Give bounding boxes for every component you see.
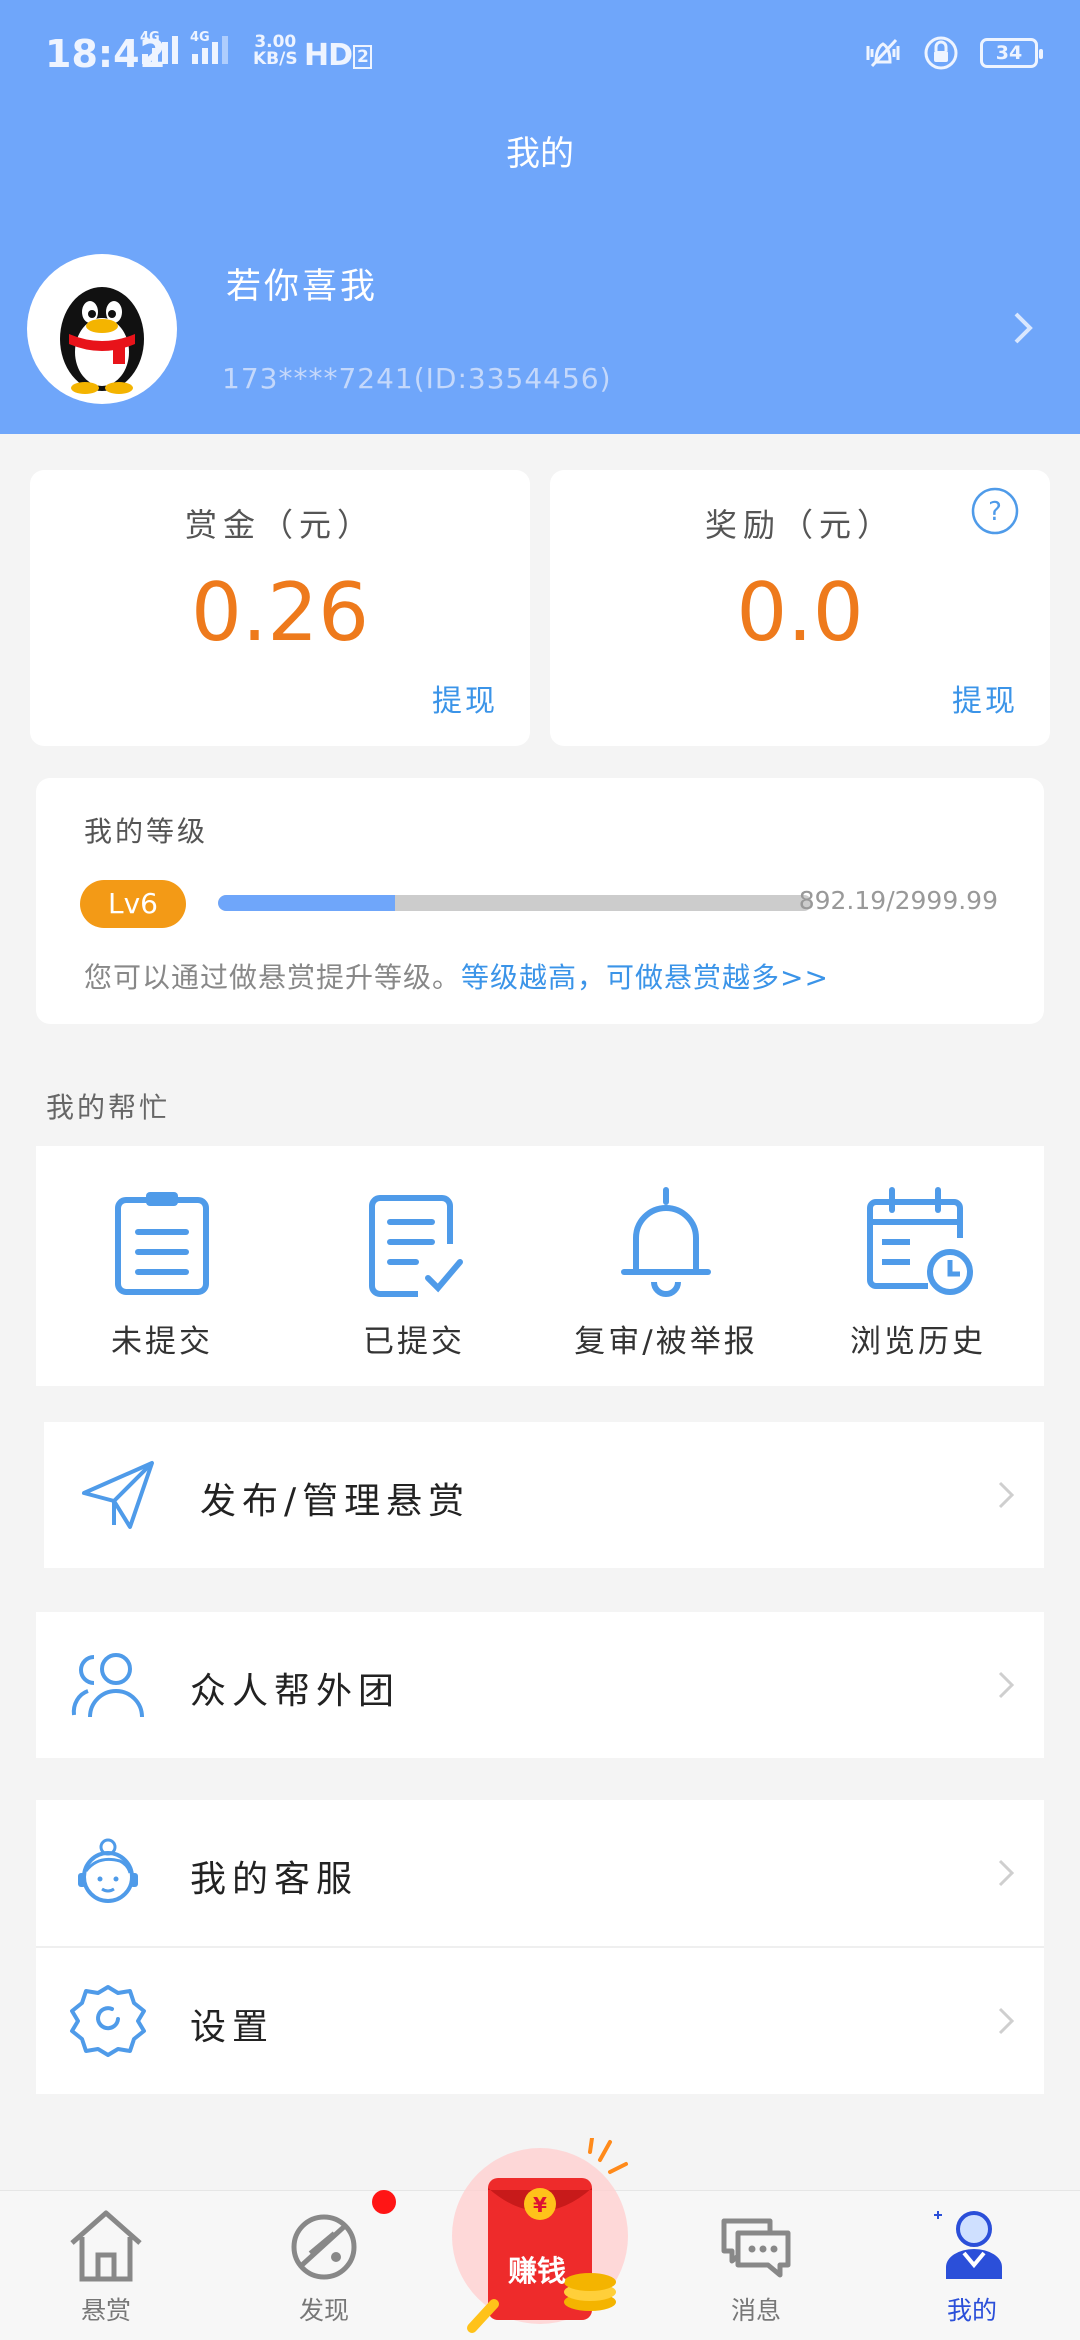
nav-item-mine[interactable]: 我的 (872, 2191, 1072, 2340)
menu-row-team[interactable]: 众人帮外团 (36, 1612, 1044, 1758)
level-progress-bar (218, 895, 812, 911)
profile-header: 18:42 4G 4G 3.00 KB/S HD 2 34 我的 若你喜我 17… (0, 0, 1080, 434)
signal-indicators: 4G 4G (140, 30, 228, 64)
nav-item-bounty[interactable]: 悬赏 (6, 2191, 206, 2340)
user-id: 173****7241(ID:3354456) (222, 362, 612, 395)
level-score: 892.19/2999.99 (798, 886, 998, 915)
grid-item-submitted[interactable]: 已提交 (288, 1146, 540, 1386)
chevron-right-icon (998, 1859, 1015, 1887)
earn-money-button[interactable]: ¥ 赚钱 (450, 2136, 630, 2334)
vibrate-icon (866, 38, 900, 68)
level-tip: 您可以通过做悬赏提升等级。等级越高，可做悬赏越多>> (84, 961, 829, 994)
clipboard-icon (115, 1192, 209, 1295)
notification-dot (372, 2190, 396, 2214)
grid-item-review-reported[interactable]: 复审/被举报 (540, 1146, 792, 1386)
menu-row-service[interactable]: 我的客服 (36, 1800, 1044, 1946)
earn-label: 赚钱 (508, 2254, 567, 2288)
bounty-withdraw-button[interactable]: 提现 (432, 676, 498, 720)
grid-item-history[interactable]: 浏览历史 (792, 1146, 1044, 1386)
status-bar: 18:42 4G 4G 3.00 KB/S HD 2 34 (0, 0, 1080, 110)
grid-item-not-submitted[interactable]: 未提交 (36, 1146, 288, 1386)
avatar[interactable] (27, 254, 177, 404)
customer-service-icon (78, 1838, 138, 1903)
page-title: 我的 (506, 134, 574, 174)
reward-label: 奖励（元） (704, 506, 895, 544)
nav-item-discover[interactable]: 发现 (224, 2191, 424, 2340)
chevron-right-icon (998, 1671, 1015, 1699)
reward-amount: 0.0 (736, 566, 864, 659)
people-icon (71, 1653, 144, 1718)
network-speed: 3.00 KB/S (253, 32, 298, 69)
username: 若你喜我 (226, 267, 379, 307)
bounty-amount: 0.26 (190, 566, 370, 659)
paper-plane-icon (82, 1461, 154, 1529)
menu-row-settings[interactable]: 设置 (36, 1948, 1044, 2094)
help-grid: 未提交 已提交 复审/被举报 浏览历史 (36, 1146, 1044, 1386)
help-section-title: 我的帮忙 (46, 1091, 171, 1124)
gear-icon (70, 1985, 146, 2057)
nav-item-messages[interactable]: 消息 (656, 2191, 856, 2340)
checked-document-icon (369, 1195, 463, 1297)
calendar-clock-icon (867, 1187, 973, 1295)
bounty-card: 赏金（元） 0.26 提现 (30, 470, 530, 746)
hd-indicator: HD 2 (304, 38, 372, 73)
bounty-label: 赏金（元） (184, 506, 375, 544)
red-envelope-icon: ¥ (452, 2136, 628, 2333)
planet-icon (291, 2214, 357, 2280)
level-card: 我的等级 Lv6 892.19/2999.99 您可以通过做悬赏提升等级。等级越… (36, 778, 1044, 1024)
penguin-avatar-icon (60, 287, 144, 394)
chat-icon (721, 2218, 791, 2278)
coin-symbol: ¥ (533, 2193, 547, 2217)
level-badge: Lv6 (80, 880, 186, 928)
signal-icon: 4G (190, 30, 228, 64)
chevron-right-icon[interactable] (1008, 308, 1038, 348)
home-icon (70, 2210, 142, 2282)
bell-icon (621, 1187, 711, 1297)
signal-icon: 4G (140, 30, 178, 64)
rotation-lock-icon (924, 36, 958, 70)
level-tip-link[interactable]: 等级越高，可做悬赏越多>> (461, 961, 829, 994)
chevron-right-icon (998, 2007, 1015, 2035)
level-progress-fill (218, 895, 395, 911)
reward-card: ? 奖励（元） 0.0 提现 (550, 470, 1050, 746)
reward-withdraw-button[interactable]: 提现 (952, 676, 1018, 720)
profile-icon (934, 2211, 1002, 2279)
battery-indicator: 34 (980, 38, 1043, 68)
chevron-right-icon (998, 1481, 1015, 1509)
level-title: 我的等级 (84, 815, 209, 848)
menu-row-publish[interactable]: 发布/管理悬赏 (44, 1422, 1044, 1568)
